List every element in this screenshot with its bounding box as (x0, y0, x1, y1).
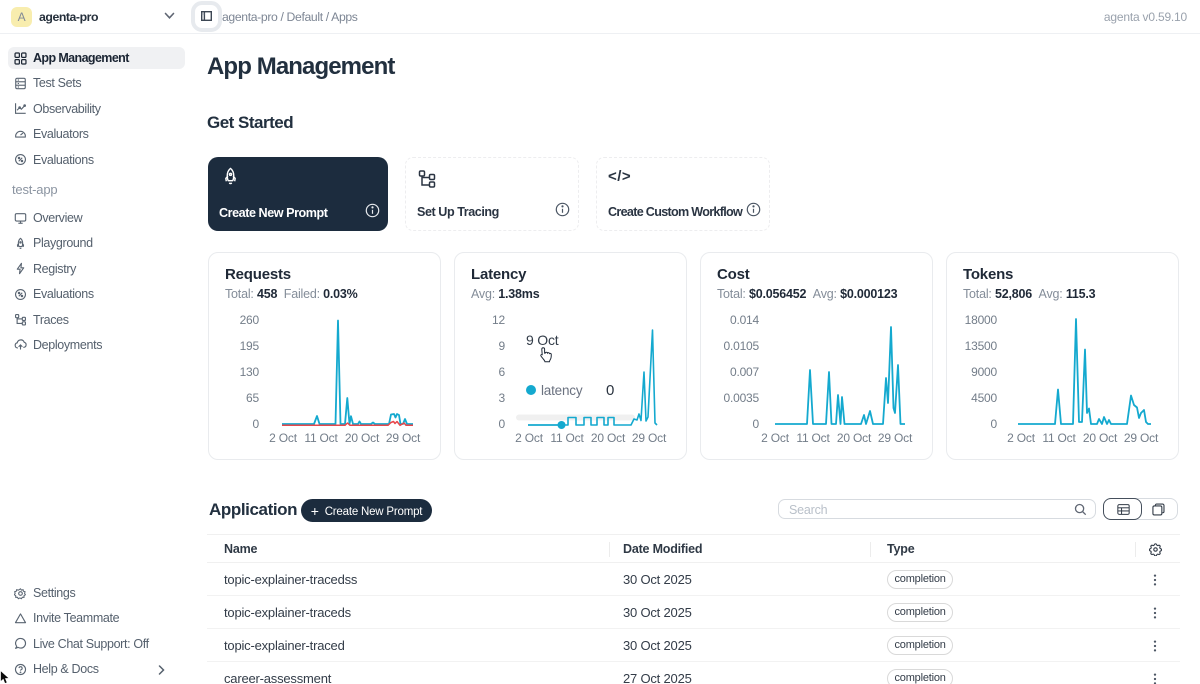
svg-text:0.014: 0.014 (730, 313, 760, 327)
svg-text:9 Oct: 9 Oct (526, 332, 559, 348)
svg-text:0: 0 (253, 417, 260, 431)
svg-text:20 Oct: 20 Oct (591, 431, 626, 445)
svg-text:29 Oct: 29 Oct (878, 431, 913, 445)
svg-text:20 Oct: 20 Oct (837, 431, 872, 445)
svg-text:3: 3 (499, 391, 506, 405)
svg-text:6: 6 (499, 365, 506, 379)
svg-text:12: 12 (492, 313, 505, 327)
svg-text:29 Oct: 29 Oct (386, 431, 421, 445)
svg-text:9000: 9000 (971, 365, 997, 379)
svg-text:13500: 13500 (965, 339, 998, 353)
svg-text:29 Oct: 29 Oct (1124, 431, 1159, 445)
svg-text:130: 130 (240, 365, 260, 379)
svg-text:0: 0 (991, 417, 998, 431)
svg-text:0: 0 (499, 417, 506, 431)
svg-text:4500: 4500 (971, 391, 997, 405)
svg-text:0.007: 0.007 (730, 365, 760, 379)
svg-text:2 Oct: 2 Oct (515, 431, 544, 445)
svg-text:65: 65 (246, 391, 259, 405)
svg-text:11 Oct: 11 Oct (1042, 431, 1076, 445)
svg-text:11 Oct: 11 Oct (550, 431, 584, 445)
svg-text:11 Oct: 11 Oct (304, 431, 338, 445)
svg-text:0.0105: 0.0105 (723, 339, 759, 353)
svg-text:195: 195 (240, 339, 260, 353)
svg-text:11 Oct: 11 Oct (796, 431, 830, 445)
svg-text:2 Oct: 2 Oct (269, 431, 298, 445)
svg-text:29 Oct: 29 Oct (632, 431, 667, 445)
svg-text:260: 260 (240, 313, 260, 327)
svg-text:20 Oct: 20 Oct (345, 431, 380, 445)
svg-text:9: 9 (499, 339, 506, 353)
svg-text:20 Oct: 20 Oct (1083, 431, 1118, 445)
svg-text:18000: 18000 (965, 313, 998, 327)
svg-text:0: 0 (753, 417, 760, 431)
svg-text:latency: latency (541, 383, 583, 398)
svg-text:0.0035: 0.0035 (723, 391, 759, 405)
svg-text:0: 0 (606, 382, 614, 399)
svg-text:2 Oct: 2 Oct (761, 431, 790, 445)
svg-text:2 Oct: 2 Oct (1007, 431, 1036, 445)
